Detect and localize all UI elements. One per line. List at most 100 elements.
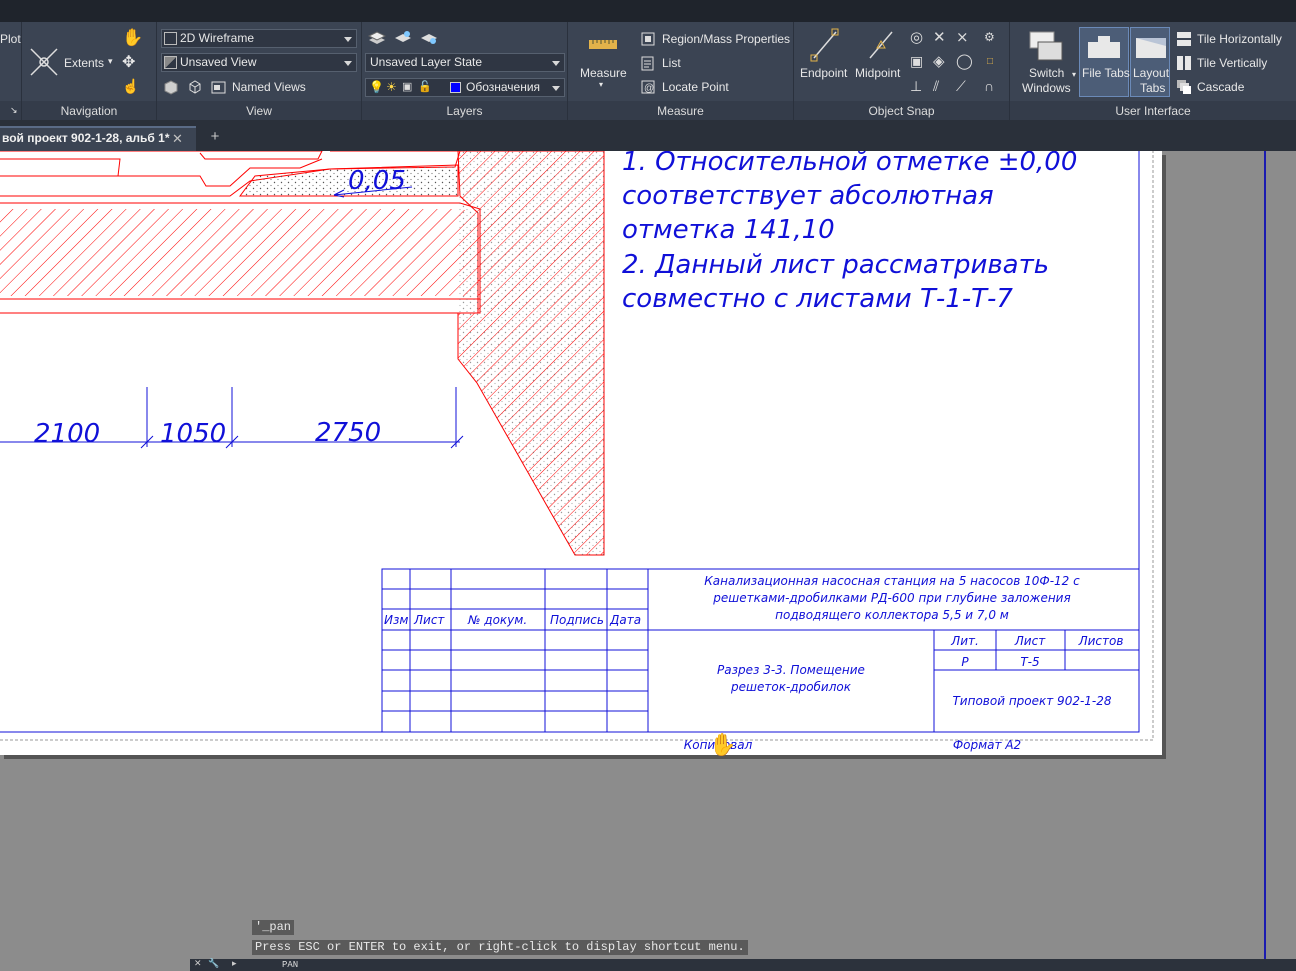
note-line-5: совместно с листами Т-1-Т-7 (622, 284, 1013, 314)
showmotion-icon[interactable]: ☝ (122, 78, 139, 95)
locate-point-button[interactable]: Locate Point (662, 80, 729, 94)
parallel-snap-icon[interactable]: ⫽ (933, 78, 939, 95)
typical-project: Типовой проект 902-1-28 (952, 694, 1111, 708)
region-mass-icon[interactable] (640, 31, 656, 47)
command-history-line-1: '_pan (252, 920, 295, 935)
tile-vertically-button[interactable]: Tile Vertically (1197, 56, 1267, 70)
slab-hatch (0, 209, 478, 296)
locate-point-icon[interactable]: @ (640, 79, 656, 95)
panel-measure: Measure ▾ Region/Mass Properties List @ … (568, 22, 794, 120)
perpendicular-snap-icon[interactable]: ⊥ (910, 78, 922, 95)
command-line-bar[interactable]: ✕ 🔧 ▸ PAN (190, 958, 1296, 971)
midpoint-button[interactable]: Midpoint (855, 66, 900, 80)
snap-settings-icon[interactable]: ⚙ (984, 30, 995, 44)
cascade-icon[interactable] (1176, 79, 1192, 95)
region-mass-button[interactable]: Region/Mass Properties (662, 32, 790, 46)
command-customize-icon[interactable]: 🔧 (208, 958, 219, 969)
new-tab-button[interactable]: + (205, 126, 225, 150)
measure-dropdown-icon[interactable]: ▾ (599, 80, 603, 89)
file-tabs-icon (1088, 36, 1120, 58)
header-izm: Изм (384, 613, 408, 627)
sheet-header: Лист (1014, 634, 1046, 648)
midpoint-snap-icon[interactable] (866, 28, 896, 62)
note-line-4: 2. Данный лист рассматривать (622, 250, 1049, 280)
node-snap-icon[interactable]: ▣ (910, 53, 923, 70)
apparent-intersection-icon[interactable]: ⨯ (956, 28, 969, 46)
nearest-snap-icon[interactable]: ⟋ (956, 78, 966, 95)
layer-freeze-icon[interactable] (394, 30, 412, 46)
sheet-value: Т-5 (1020, 655, 1039, 669)
list-icon[interactable] (640, 55, 656, 71)
panel-title-object-snap: Object Snap (868, 104, 935, 118)
header-list: Лист (413, 613, 445, 627)
pan-icon[interactable]: ✋ (122, 28, 143, 48)
layout-tabs-button[interactable]: Layout Tabs (1130, 27, 1170, 97)
command-close-icon[interactable]: ✕ (194, 958, 202, 969)
panel-expand-icon[interactable]: ↘ (10, 105, 18, 116)
file-tab-label: вой проект 902-1-28, альб 1* (2, 131, 170, 145)
wall-dots (458, 151, 604, 555)
visual-style-dropdown[interactable]: 2D Wireframe (161, 29, 357, 48)
quadrant-snap-icon[interactable]: ◈ (933, 52, 945, 70)
view-cube-icon (164, 56, 177, 69)
close-icon[interactable]: ✕ (172, 128, 183, 149)
named-view-dropdown[interactable]: Unsaved View (161, 53, 357, 72)
sheets-header: Листов (1078, 634, 1124, 648)
named-views-icon[interactable] (211, 79, 227, 95)
center-snap-icon[interactable]: ◎ (910, 28, 923, 46)
layer-unlock-icon[interactable]: 🔓 (418, 79, 432, 96)
insert-snap-icon[interactable]: □ (987, 56, 993, 67)
panel-layers: Unsaved Layer State 💡 ☀ ▣ 🔓 Обозначения … (362, 22, 568, 120)
drawing-canvas[interactable]: 0,05 2100 1050 2750 1. Относительной отм… (0, 151, 1296, 971)
layer-thaw-icon[interactable]: ☀ (386, 79, 397, 96)
file-tab-bar: вой проект 902-1-28, альб 1* ✕ + (0, 120, 1296, 151)
named-views-button[interactable]: Named Views (232, 80, 306, 94)
note-line-3: отметка 141,10 (622, 215, 835, 245)
sheet-title-line-1: Разрез 3-3. Помещение (717, 663, 865, 677)
layer-properties-icon[interactable] (368, 30, 386, 46)
intersection-snap-icon[interactable]: ✕ (933, 28, 946, 46)
switch-windows-dropdown-icon[interactable]: ▾ (1072, 70, 1076, 79)
tile-horizontally-button[interactable]: Tile Horizontally (1197, 32, 1282, 46)
panel-title-measure: Measure (657, 104, 704, 118)
panel-title-view: View (246, 104, 272, 118)
plot-label[interactable]: Plot (0, 32, 21, 46)
endpoint-snap-icon[interactable] (810, 28, 840, 62)
layer-match-icon[interactable] (420, 30, 438, 46)
tangent-snap-icon[interactable]: ◯ (956, 52, 973, 70)
command-prompt[interactable]: PAN (282, 960, 298, 970)
file-tab-active[interactable]: вой проект 902-1-28, альб 1* ✕ (0, 126, 196, 151)
current-layer-dropdown[interactable]: 💡 ☀ ▣ 🔓 Обозначения (365, 78, 565, 97)
list-button[interactable]: List (662, 56, 681, 70)
layer-on-icon[interactable]: 💡 (369, 79, 384, 96)
panel-title-user-interface: User Interface (1115, 104, 1191, 118)
endpoint-button[interactable]: Endpoint (800, 66, 847, 80)
extents-icon[interactable] (28, 46, 60, 78)
unsaved-view-cube-icon[interactable] (163, 79, 179, 95)
tile-vertically-icon[interactable] (1176, 55, 1192, 71)
title-block-headers: Изм Лист № докум. Подпись Дата (384, 613, 641, 627)
layer-state-dropdown[interactable]: Unsaved Layer State (365, 53, 565, 72)
layer-viewport-icon[interactable]: ▣ (402, 79, 412, 96)
measure-ruler-icon[interactable] (588, 37, 618, 51)
panel-user-interface: Switch Windows ▾ File Tabs Layout Tabs T… (1010, 22, 1296, 120)
extents-dropdown-icon[interactable]: ▾ (108, 56, 113, 67)
dimension-2100: 2100 (34, 419, 100, 449)
project-title-line-2: решетками-дробилками РД-600 при глубине … (712, 591, 1070, 605)
file-tabs-button[interactable]: File Tabs (1079, 27, 1130, 97)
snap-off-icon[interactable]: ∩ (984, 78, 994, 94)
orbit-icon[interactable]: ✥ (122, 52, 135, 72)
switch-windows-label-2[interactable]: Windows (1022, 81, 1071, 95)
3d-box-icon[interactable] (187, 79, 203, 95)
switch-windows-label-1[interactable]: Switch (1029, 66, 1064, 80)
measure-button[interactable]: Measure (580, 66, 627, 80)
visual-style-icon (164, 32, 177, 45)
switch-windows-icon[interactable] (1028, 30, 1064, 64)
slope-label: 0,05 (348, 166, 406, 196)
extents-button[interactable]: Extents (64, 56, 104, 70)
tile-horizontally-icon[interactable] (1176, 31, 1192, 47)
project-title-line-1: Канализационная насосная станция на 5 на… (704, 574, 1080, 588)
command-recent-icon[interactable]: ▸ (232, 958, 237, 969)
cascade-button[interactable]: Cascade (1197, 80, 1244, 94)
header-date: Дата (609, 613, 641, 627)
